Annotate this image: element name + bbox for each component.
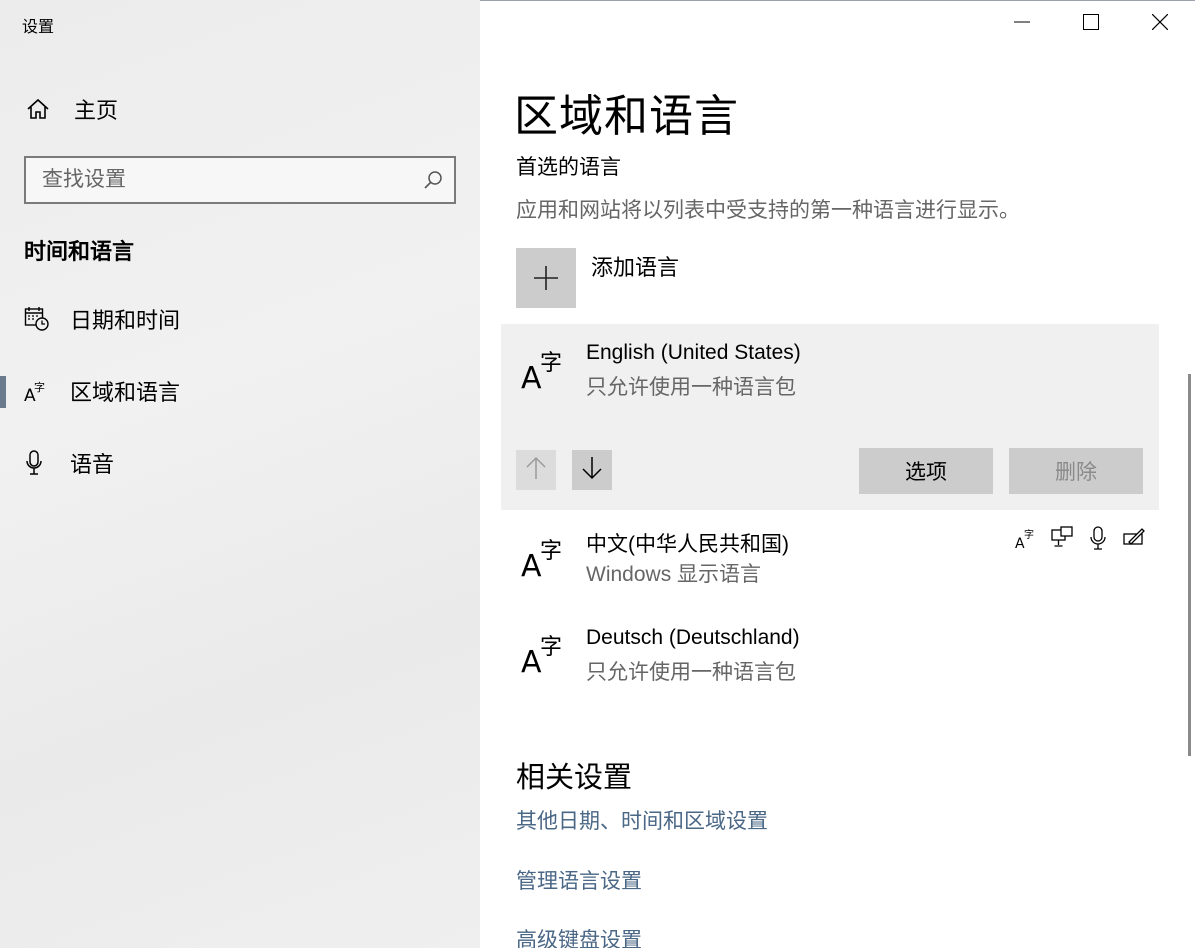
language-status: Windows 显示语言	[586, 563, 762, 586]
calendar-clock-icon	[24, 305, 50, 333]
home-label: 主页	[74, 98, 119, 123]
svg-text:字: 字	[540, 635, 562, 660]
language-item-english[interactable]: A字 English (United States) 只允许使用一种语言包 选项…	[501, 324, 1159, 510]
svg-text:字: 字	[540, 539, 562, 564]
link-manage-language-settings[interactable]: 管理语言设置	[516, 865, 642, 895]
preferred-languages-description: 应用和网站将以列表中受支持的第一种语言进行显示。	[516, 199, 1020, 222]
link-advanced-keyboard-settings[interactable]: 高级键盘设置	[516, 924, 642, 948]
maximize-button[interactable]	[1057, 0, 1125, 48]
minimize-button[interactable]	[988, 0, 1056, 48]
app-title: 设置	[22, 19, 55, 36]
language-name: 中文(中华人民共和国)	[586, 533, 789, 556]
arrow-down-icon	[581, 456, 603, 485]
language-name: Deutsch (Deutschland)	[586, 626, 800, 649]
language-status: 只允许使用一种语言包	[586, 376, 796, 399]
handwriting-icon	[1123, 526, 1145, 550]
language-icon: A字	[24, 377, 50, 406]
move-down-button[interactable]	[572, 450, 612, 490]
scrollbar[interactable]	[1188, 374, 1191, 756]
speech-icon	[1087, 526, 1109, 550]
close-icon	[1151, 13, 1169, 35]
sidebar-item-date-time[interactable]: 日期和时间	[0, 294, 480, 344]
search-box	[24, 156, 456, 204]
language-name: English (United States)	[586, 341, 801, 364]
microphone-icon	[24, 449, 50, 477]
minimize-icon	[1014, 14, 1030, 35]
home-nav-item[interactable]: 主页	[26, 92, 118, 126]
language-icon: A字	[521, 534, 567, 584]
svg-text:字: 字	[540, 351, 562, 376]
sidebar-item-speech[interactable]: 语音	[0, 438, 480, 488]
language-icon: A字	[521, 630, 567, 680]
search-icon[interactable]	[422, 169, 444, 191]
settings-window: 设置 主页 时间和语言 日期和时间 A字 区域和语言	[0, 0, 1195, 948]
svg-text:字: 字	[34, 380, 45, 394]
related-settings-heading: 相关设置	[516, 762, 633, 794]
search-input[interactable]	[26, 158, 422, 202]
move-up-button[interactable]	[516, 450, 556, 490]
options-button[interactable]: 选项	[859, 448, 993, 494]
arrow-up-icon	[525, 456, 547, 485]
maximize-icon	[1083, 13, 1099, 35]
sidebar-item-label: 区域和语言	[70, 380, 181, 405]
sidebar-item-region-language[interactable]: A字 区域和语言	[0, 366, 480, 416]
language-status: 只允许使用一种语言包	[586, 661, 796, 684]
svg-text:字: 字	[1024, 528, 1034, 541]
add-language-label: 添加语言	[591, 255, 680, 280]
sidebar: 设置 主页 时间和语言 日期和时间 A字 区域和语言	[0, 0, 480, 948]
selection-indicator	[0, 376, 6, 408]
language-feature-icons: A字	[1015, 526, 1145, 552]
close-button[interactable]	[1126, 0, 1194, 48]
plus-icon	[516, 248, 576, 308]
sidebar-item-label: 日期和时间	[70, 308, 181, 333]
svg-text:A: A	[521, 645, 542, 676]
language-item-german[interactable]: A字 Deutsch (Deutschland) 只允许使用一种语言包	[501, 606, 1159, 696]
page-title: 区域和语言	[514, 92, 739, 141]
preferred-languages-heading: 首选的语言	[516, 156, 621, 179]
home-icon	[26, 97, 50, 121]
display-language-icon	[1051, 526, 1073, 550]
language-pack-icon: A字	[1015, 526, 1037, 552]
sidebar-section-title: 时间和语言	[24, 239, 135, 264]
sidebar-item-label: 语音	[70, 452, 115, 477]
link-other-date-time-region[interactable]: 其他日期、时间和区域设置	[516, 805, 768, 835]
svg-text:A: A	[521, 361, 542, 392]
remove-button[interactable]: 删除	[1009, 448, 1143, 494]
svg-text:A: A	[521, 549, 542, 580]
language-icon: A字	[521, 346, 567, 396]
language-item-chinese[interactable]: A字 中文(中华人民共和国) Windows 显示语言 A字	[501, 512, 1159, 602]
